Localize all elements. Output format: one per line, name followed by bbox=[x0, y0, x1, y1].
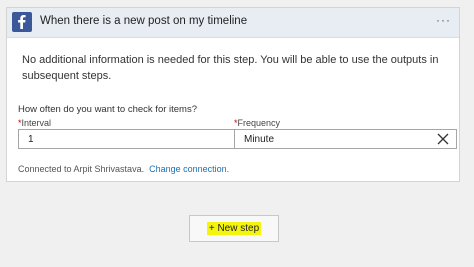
interval-value: 1 bbox=[28, 134, 34, 145]
interval-label-text: Interval bbox=[21, 118, 52, 128]
card-title: When there is a new post on my timeline bbox=[40, 15, 248, 27]
new-step-button[interactable]: + New step bbox=[189, 215, 279, 242]
clear-icon[interactable] bbox=[436, 132, 450, 146]
connection-status: Connected to Arpit Shrivastava. Change co… bbox=[18, 164, 229, 174]
frequency-label: *Frequency bbox=[234, 118, 280, 128]
card-header[interactable]: When there is a new post on my timeline … bbox=[7, 8, 459, 38]
facebook-icon bbox=[12, 12, 32, 32]
interval-input[interactable]: 1 bbox=[18, 129, 236, 149]
frequency-label-text: Frequency bbox=[237, 118, 281, 128]
frequency-select[interactable]: Minute bbox=[234, 129, 457, 149]
change-connection-link[interactable]: Change connection. bbox=[149, 164, 229, 174]
check-frequency-question: How often do you want to check for items… bbox=[18, 104, 198, 115]
more-dots-icon[interactable]: ··· bbox=[436, 13, 451, 27]
interval-label: *Interval bbox=[18, 118, 51, 128]
info-message: No additional information is needed for … bbox=[22, 54, 439, 82]
connection-text: Connected to Arpit Shrivastava. bbox=[18, 164, 145, 174]
trigger-card: When there is a new post on my timeline … bbox=[6, 7, 460, 182]
new-step-label: + New step bbox=[206, 222, 262, 235]
frequency-value: Minute bbox=[244, 134, 275, 145]
